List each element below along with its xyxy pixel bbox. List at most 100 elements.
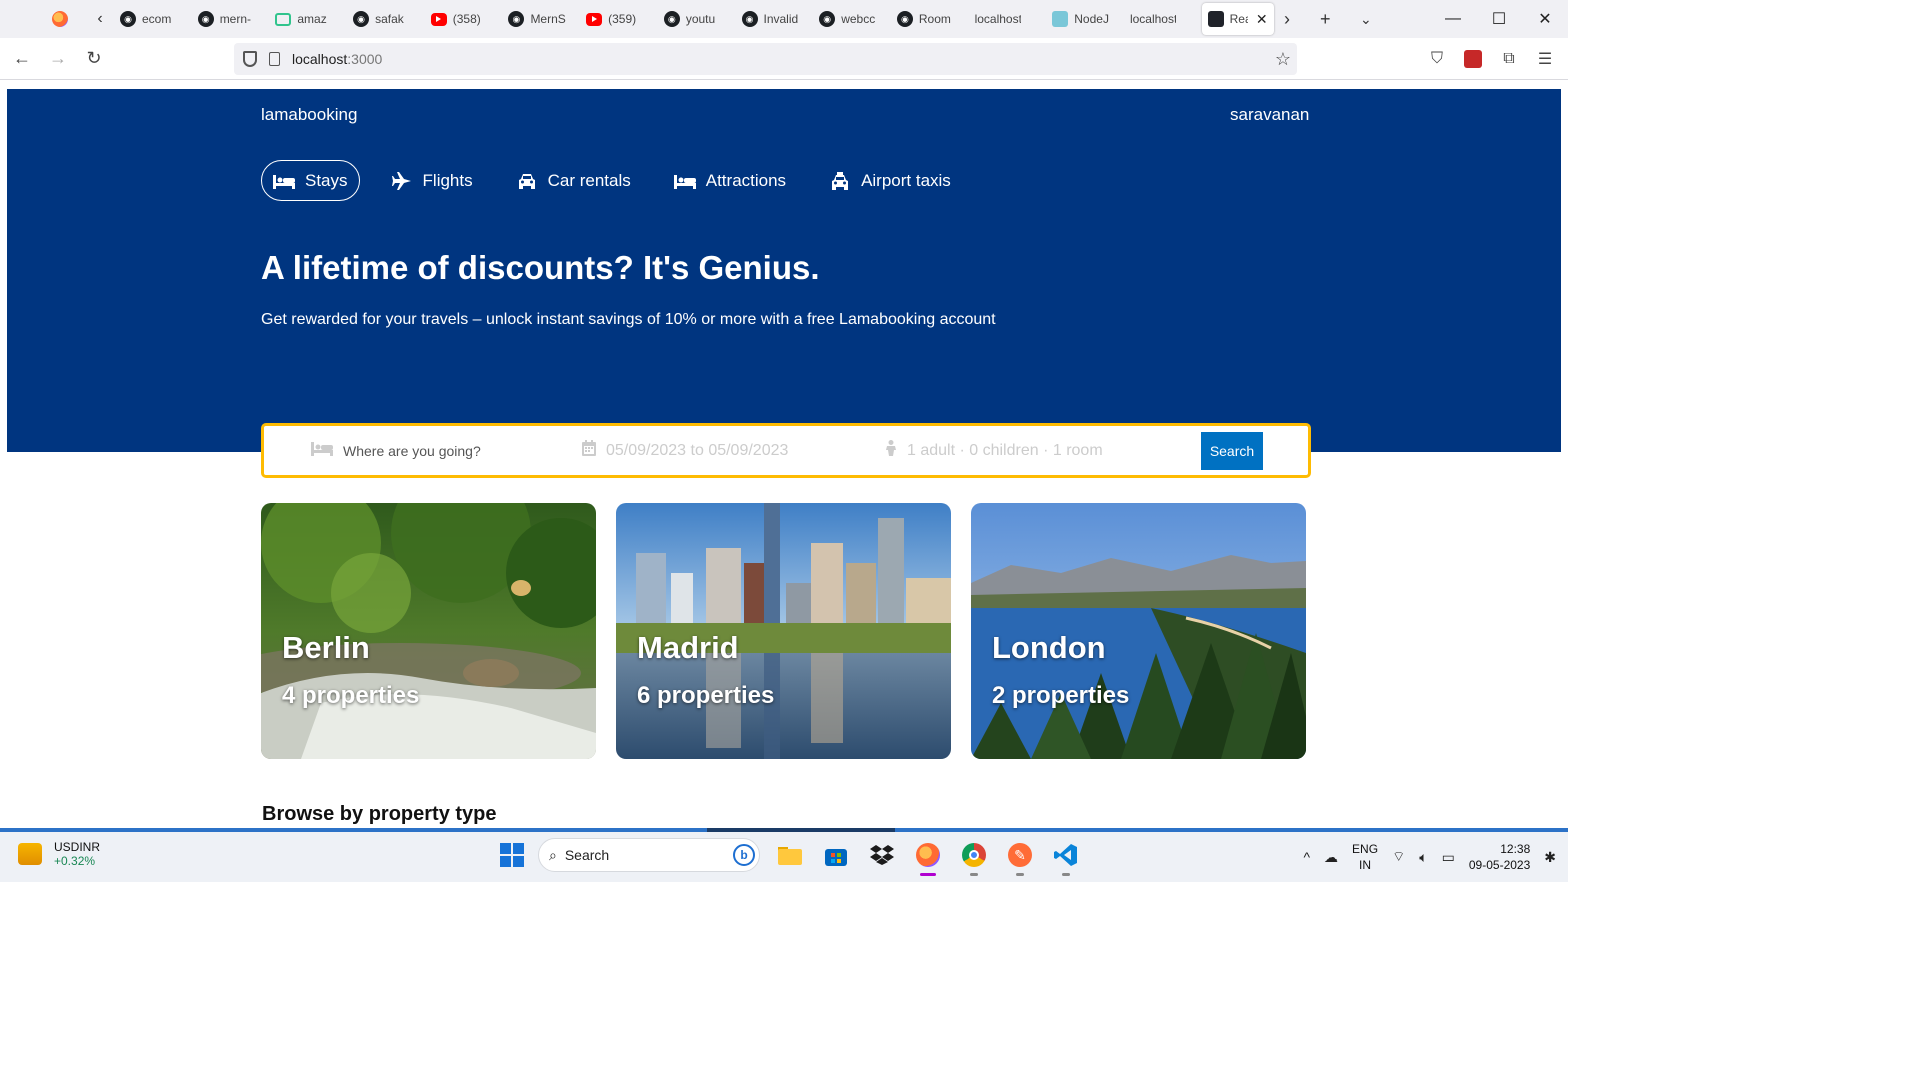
shield-icon[interactable]	[243, 51, 257, 67]
back-icon[interactable]: ←	[4, 41, 40, 77]
browser-tab[interactable]: ◉ ecom	[114, 4, 192, 34]
nav-item-car-rentals[interactable]: Car rentals	[504, 160, 643, 201]
browser-tab[interactable]: localhost:	[1124, 4, 1202, 34]
user-name[interactable]: saravanan	[1230, 105, 1309, 125]
browser-tab[interactable]: amaz	[269, 4, 347, 34]
browser-tab[interactable]: ◉ mern-	[192, 4, 270, 34]
nav-item-attractions[interactable]: Attractions	[662, 160, 798, 201]
store-icon[interactable]	[820, 839, 852, 871]
browser-tab[interactable]: localhost:	[969, 4, 1047, 34]
browser-tab[interactable]: ◉ youtu	[658, 4, 736, 34]
featured-count: 4 properties	[282, 682, 420, 709]
browser-tab[interactable]: Rea ✕	[1201, 3, 1274, 35]
close-window-icon[interactable]: ✕	[1522, 3, 1568, 35]
language-indicator[interactable]: ENG IN	[1352, 841, 1378, 873]
plane-icon	[391, 171, 413, 190]
browser-tab[interactable]: ◉ safak	[347, 4, 425, 34]
destination-search-item	[311, 426, 543, 475]
github-icon: ◉	[896, 11, 913, 27]
list-all-tabs-icon[interactable]: ⌄	[1360, 4, 1372, 34]
postman-icon[interactable]: ✎	[1004, 839, 1036, 876]
system-tray: ^ ☁ ENG IN ⌔ 🔈︎ ▭ 12:38 09-05-2023 ✱	[1303, 832, 1568, 882]
weather-widget[interactable]: USDINR +0.32%	[18, 840, 100, 868]
taskbar-search[interactable]: ⌕ Search b	[538, 838, 760, 872]
tab-label: localhost:	[1129, 12, 1176, 26]
browser-tab[interactable]: ◉ MernS	[502, 4, 580, 34]
tab-scroll-right-icon[interactable]: ›	[1284, 4, 1290, 34]
wifi-icon[interactable]: ⌔	[1392, 848, 1405, 866]
tab-scroll-left-icon[interactable]: ‹	[88, 7, 112, 31]
nav-item-airport-taxis[interactable]: Airport taxis	[817, 160, 963, 201]
volume-icon[interactable]: 🔈︎	[1419, 849, 1427, 866]
search-button[interactable]: Search	[1201, 432, 1263, 470]
browser-tab[interactable]: ◉ webcc	[813, 4, 891, 34]
onedrive-cloud-icon[interactable]: ☁	[1324, 849, 1338, 866]
extensions-puzzle-icon[interactable]: ⧉	[1496, 46, 1522, 72]
url-bar[interactable]: localhost:3000 ☆	[234, 43, 1297, 75]
tab-label: mern-	[219, 12, 252, 26]
tab-label: (358)	[452, 12, 481, 26]
tab-label: Room	[918, 12, 951, 26]
firefox-icon[interactable]	[52, 11, 68, 27]
featured-list: Berlin 4 properties Madrid 6 properties …	[261, 503, 1306, 759]
browser-tab[interactable]: (359)	[580, 4, 658, 34]
square-icon	[275, 12, 292, 26]
bing-icon[interactable]: b	[733, 844, 755, 866]
hero-title: A lifetime of discounts? It's Genius.	[261, 249, 820, 286]
nav-item-flights[interactable]: Flights	[379, 160, 485, 201]
dropbox-icon[interactable]	[866, 839, 898, 871]
notification-icon[interactable]: ✱	[1544, 849, 1556, 866]
header: lamabooking saravanan Stays Flights Car …	[7, 89, 1561, 452]
reload-icon[interactable]: ↻	[76, 41, 112, 77]
nav-label: Car rentals	[547, 170, 631, 190]
browser-tab[interactable]: ◉ Room	[891, 4, 969, 34]
nav-item-stays[interactable]: Stays	[261, 160, 360, 201]
tab-label: Invalid	[763, 12, 799, 26]
browser-tab[interactable]: (358)	[425, 4, 503, 34]
browser-tab[interactable]: NodeJ	[1046, 4, 1124, 34]
options-search-item[interactable]: 1 adult · 0 children · 1 room	[885, 426, 1103, 475]
options-text[interactable]: 1 adult · 0 children · 1 room	[907, 442, 1103, 460]
chrome-icon[interactable]	[958, 839, 990, 876]
maximize-icon[interactable]: ☐	[1476, 3, 1522, 35]
featured-count: 2 properties	[992, 682, 1130, 709]
site-logo[interactable]: lamabooking	[261, 105, 357, 125]
battery-icon[interactable]: ▭	[1442, 849, 1455, 866]
date-range-text[interactable]: 05/09/2023 to 05/09/2023	[606, 442, 788, 460]
firefox-taskbar-icon[interactable]	[912, 839, 944, 876]
tab-label: localhost:	[974, 12, 1021, 26]
github-icon: ◉	[663, 11, 680, 27]
featured-item-madrid[interactable]: Madrid 6 properties	[616, 503, 951, 759]
url-text[interactable]: localhost:3000	[292, 51, 382, 67]
browser-tab[interactable]: ◉ Invalid	[736, 4, 814, 34]
react-icon	[1207, 11, 1224, 27]
featured-item-berlin[interactable]: Berlin 4 properties	[261, 503, 596, 759]
pocket-icon[interactable]: ⛉	[1424, 46, 1450, 72]
nav-label: Attractions	[705, 170, 787, 190]
hero-description: Get rewarded for your travels – unlock i…	[261, 311, 996, 328]
featured-count: 6 properties	[637, 682, 775, 709]
vscode-icon[interactable]	[1050, 839, 1082, 876]
clock[interactable]: 12:38 09-05-2023	[1469, 841, 1530, 873]
menu-icon[interactable]: ☰	[1532, 46, 1558, 72]
featured-city: Berlin	[282, 630, 370, 665]
node-icon	[1052, 11, 1069, 27]
page-info-icon[interactable]	[269, 52, 280, 66]
featured-titles: Madrid 6 properties	[637, 630, 774, 710]
extension-icon[interactable]	[1460, 46, 1486, 72]
close-tab-icon[interactable]: ✕	[1256, 11, 1268, 28]
forward-icon[interactable]: →	[40, 41, 76, 77]
chevron-up-icon[interactable]: ^	[1303, 849, 1310, 865]
windows-start-icon[interactable]	[500, 843, 524, 867]
featured-item-london[interactable]: London 2 properties	[971, 503, 1306, 759]
github-icon: ◉	[353, 11, 370, 27]
browse-property-title: Browse by property type	[262, 803, 497, 825]
destination-input[interactable]	[343, 442, 543, 459]
new-tab-icon[interactable]: +	[1320, 4, 1331, 34]
date-search-item[interactable]: 05/09/2023 to 05/09/2023	[582, 426, 788, 475]
bed-icon	[673, 172, 696, 190]
search-bar: 05/09/2023 to 05/09/2023 1 adult · 0 chi…	[261, 423, 1311, 478]
minimize-icon[interactable]: —	[1430, 3, 1476, 35]
bookmark-star-icon[interactable]: ☆	[1275, 49, 1291, 70]
file-explorer-icon[interactable]	[774, 839, 806, 871]
